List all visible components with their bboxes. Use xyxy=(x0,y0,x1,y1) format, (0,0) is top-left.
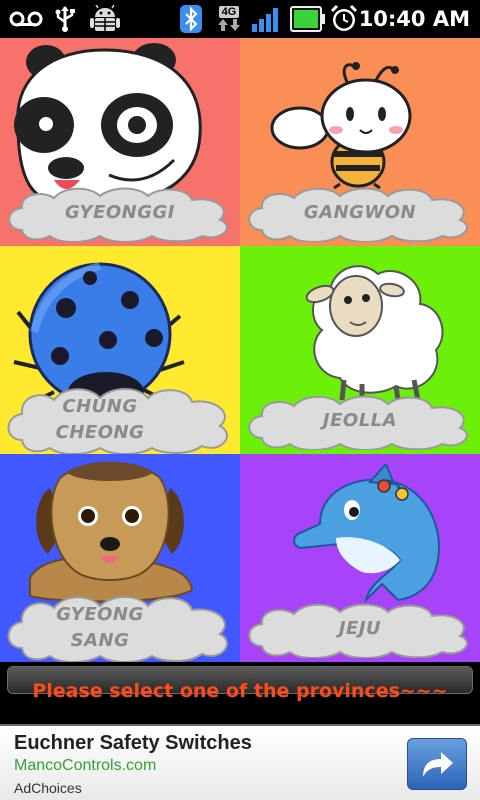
province-tile-gyeong-sang[interactable]: GYEONG SANG xyxy=(0,454,240,662)
ad-choices-link[interactable]: AdChoices xyxy=(14,780,82,796)
battery-icon xyxy=(290,5,326,33)
province-tile-gyeonggi[interactable]: GYEONGGI xyxy=(0,38,240,246)
data-arrows-icon xyxy=(218,19,240,31)
alarm-clock-icon xyxy=(328,4,360,33)
province-tile-chung-cheong[interactable]: CHUNG CHEONG xyxy=(0,246,240,454)
province-label-gyeonggi: GYEONGGI xyxy=(65,202,175,223)
province-label-jeolla: JEOLLA xyxy=(322,410,398,431)
instruction-bar: Please select one of the provinces~~~ xyxy=(0,662,480,724)
bluetooth-icon xyxy=(178,5,204,33)
province-tile-gangwon[interactable]: GANGWON xyxy=(240,38,480,246)
android-debug-icon xyxy=(88,5,122,33)
usb-icon xyxy=(52,5,78,33)
province-grid: GYEONGGI GANGWON CHUNG CHEONG JEOLLA GYE… xyxy=(0,38,480,662)
bee-icon xyxy=(270,62,412,190)
sheep-icon xyxy=(305,265,444,400)
puppy-icon xyxy=(29,461,194,603)
panda-icon xyxy=(14,43,202,200)
share-arrow-icon xyxy=(423,752,453,777)
province-label-gyeong-sang: GYEONG SANG xyxy=(56,604,144,651)
instruction-text: Please select one of the provinces~~~ xyxy=(32,680,448,702)
signal-strength-icon xyxy=(250,5,284,33)
ad-go-button[interactable] xyxy=(407,738,467,790)
province-tile-jeolla[interactable]: JEOLLA xyxy=(240,246,480,454)
ad-title[interactable]: Euchner Safety Switches xyxy=(14,732,252,755)
voicemail-icon xyxy=(8,5,44,33)
ad-banner[interactable]: Euchner Safety Switches MancoControls.co… xyxy=(0,724,480,800)
province-label-gangwon: GANGWON xyxy=(303,202,417,223)
province-label-chung-cheong: CHUNG CHEONG xyxy=(55,396,145,443)
dolphin-icon xyxy=(293,464,440,604)
network-4g-indicator: 4G xyxy=(214,5,244,33)
ad-url[interactable]: MancoControls.com xyxy=(14,757,156,775)
province-tile-jeju[interactable]: JEJU xyxy=(240,454,480,662)
clock-time: 10:40 AM xyxy=(358,7,470,31)
province-label-jeju: JEJU xyxy=(338,618,382,639)
status-bar: 4G 10:40 AM xyxy=(0,0,480,38)
